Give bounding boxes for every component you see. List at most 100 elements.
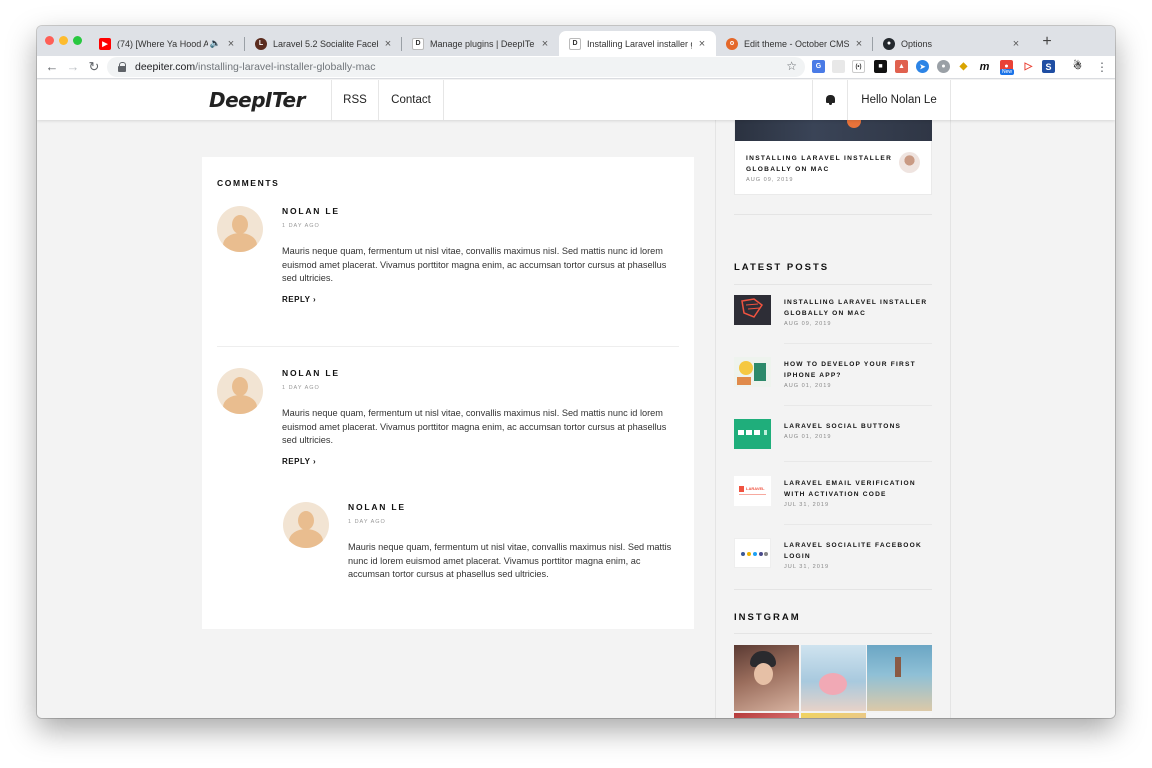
browser-toolbar: ← → ↻ deepiter.com/installing-laravel-in… bbox=[37, 56, 1115, 79]
browser-window: ▶ (74) [Where Ya Hood At 2… 🔈 × L Larave… bbox=[37, 26, 1115, 718]
instagram-photo[interactable] bbox=[734, 645, 799, 711]
notifications-button[interactable] bbox=[812, 80, 848, 120]
forward-arrow-icon[interactable]: → bbox=[64, 58, 82, 76]
post-date: AUG 09, 2019 bbox=[784, 321, 832, 327]
site-logo[interactable]: DeepITer bbox=[209, 88, 305, 112]
new-tab-button[interactable]: + bbox=[1039, 33, 1055, 51]
bookmark-star-icon[interactable]: ☆ bbox=[786, 59, 797, 73]
tab-title: Edit theme - October CMS bbox=[744, 38, 849, 49]
instagram-photo[interactable] bbox=[867, 645, 932, 711]
featured-post-image bbox=[735, 120, 932, 141]
divider bbox=[734, 589, 932, 590]
tab-laravel-socialite[interactable]: L Laravel 5.2 Socialite Facebook × bbox=[245, 31, 402, 56]
close-icon[interactable]: × bbox=[539, 38, 551, 50]
nav-rss-link[interactable]: RSS bbox=[331, 80, 378, 120]
comments-heading: COMMENTS bbox=[217, 178, 280, 188]
tab-title: Options bbox=[901, 38, 933, 49]
github-icon: ● bbox=[883, 37, 895, 50]
broadcast-extension-icon[interactable]: (•) bbox=[852, 60, 865, 73]
october-icon: o bbox=[726, 37, 738, 50]
dark-extension-icon[interactable]: ■ bbox=[874, 60, 887, 73]
minimize-window-button[interactable] bbox=[59, 36, 68, 45]
post-title[interactable]: LARAVEL SOCIALITE FACEBOOK LOGIN bbox=[784, 540, 932, 562]
post-thumbnail bbox=[734, 357, 771, 387]
menu-dots-icon[interactable]: ⋮ bbox=[1093, 58, 1111, 76]
chevron-right-icon: › bbox=[313, 295, 317, 304]
address-bar[interactable]: deepiter.com/installing-laravel-installe… bbox=[107, 57, 805, 77]
comment-body: Mauris neque quam, fermentum ut nisl vit… bbox=[282, 408, 667, 445]
tab-title: (74) [Where Ya Hood At 2… bbox=[117, 38, 208, 49]
featured-post-date: AUG 09, 2019 bbox=[746, 177, 794, 183]
post-date: JUL 31, 2019 bbox=[784, 502, 830, 508]
translate-extension-icon[interactable]: G bbox=[812, 60, 825, 73]
instagram-photo[interactable] bbox=[734, 712, 799, 718]
reload-icon[interactable]: ↻ bbox=[85, 58, 103, 76]
tab-youtube[interactable]: ▶ (74) [Where Ya Hood At 2… 🔈 × bbox=[89, 31, 245, 56]
post-date: AUG 01, 2019 bbox=[784, 383, 832, 389]
thumbnail-label: LARAVEL bbox=[746, 486, 765, 491]
user-greeting[interactable]: Hello Nolan Le bbox=[848, 80, 951, 120]
url-path: /installing-laravel-installer-globally-m… bbox=[195, 61, 376, 73]
post-thumbnail bbox=[734, 295, 771, 325]
tab-options[interactable]: ● Options × bbox=[873, 31, 1030, 56]
messenger-extension-icon[interactable]: ➤ bbox=[916, 60, 929, 73]
tab-installing-laravel[interactable]: D Installing Laravel installer glob… × bbox=[559, 31, 716, 56]
lightbulb-extension-icon[interactable]: ◆ bbox=[957, 60, 970, 73]
post-thumbnail: LARAVEL bbox=[734, 476, 771, 506]
m-extension-icon[interactable]: m bbox=[978, 60, 991, 73]
zoom-window-button[interactable] bbox=[73, 36, 82, 45]
close-window-button[interactable] bbox=[45, 36, 54, 45]
back-arrow-icon[interactable]: ← bbox=[43, 58, 61, 76]
instagram-photo[interactable] bbox=[800, 712, 866, 718]
post-thumbnail bbox=[734, 538, 771, 568]
profile-extension-icon[interactable]: ☃ bbox=[1071, 60, 1084, 73]
post-title[interactable]: LARAVEL EMAIL VERIFICATION WITH ACTIVATI… bbox=[784, 478, 932, 500]
divider bbox=[734, 633, 932, 634]
arrow-extension-icon[interactable]: ▷ bbox=[1022, 60, 1035, 73]
close-icon[interactable]: × bbox=[853, 38, 865, 50]
tab-title: Laravel 5.2 Socialite Facebook bbox=[273, 38, 378, 49]
post-title[interactable]: INSTALLING LARAVEL INSTALLER GLOBALLY ON… bbox=[784, 297, 932, 319]
comment-date: 1 DAY AGO bbox=[282, 385, 320, 391]
divider bbox=[734, 284, 932, 285]
featured-post-title[interactable]: INSTALLING LARAVEL INSTALLER GLOBALLY ON… bbox=[746, 153, 896, 175]
instagram-grid bbox=[734, 645, 932, 718]
image-extension-icon[interactable]: ▲ bbox=[895, 60, 908, 73]
tab-manage-plugins[interactable]: D Manage plugins | DeepITer × bbox=[402, 31, 559, 56]
instagram-photo[interactable] bbox=[867, 712, 932, 718]
avatar bbox=[283, 502, 329, 548]
new-badge: New bbox=[1000, 69, 1015, 75]
chevron-right-icon: › bbox=[313, 457, 317, 466]
comment-body: Mauris neque quam, fermentum ut nisl vit… bbox=[348, 542, 672, 579]
post-title[interactable]: LARAVEL SOCIAL BUTTONS bbox=[784, 421, 932, 432]
reply-button[interactable]: REPLY › bbox=[282, 295, 316, 304]
comment-body: Mauris neque quam, fermentum ut nisl vit… bbox=[282, 246, 667, 283]
instagram-heading: INSTGRAM bbox=[734, 612, 801, 623]
bell-icon bbox=[825, 95, 835, 105]
youtube-icon: ▶ bbox=[99, 37, 111, 50]
reply-button[interactable]: REPLY › bbox=[282, 457, 316, 466]
comments-section: COMMENTS NOLAN LE 1 DAY AGO Mauris neque… bbox=[202, 157, 694, 629]
featured-post-card[interactable]: INSTALLING LARAVEL INSTALLER GLOBALLY ON… bbox=[734, 120, 932, 195]
post-title[interactable]: HOW TO DEVELOP YOUR FIRST IPHONE APP? bbox=[784, 359, 932, 381]
comment-author: NOLAN LE bbox=[348, 502, 406, 512]
lock-icon bbox=[117, 62, 127, 72]
location-extension-icon[interactable]: ● bbox=[937, 60, 950, 73]
close-icon[interactable]: × bbox=[382, 38, 394, 50]
blank-extension-icon[interactable] bbox=[832, 60, 845, 73]
instagram-photo[interactable] bbox=[800, 645, 866, 711]
latest-posts-heading: LATEST POSTS bbox=[734, 262, 830, 273]
close-icon[interactable]: × bbox=[1010, 38, 1022, 50]
close-icon[interactable]: × bbox=[225, 38, 237, 50]
close-icon[interactable]: × bbox=[696, 38, 708, 50]
tab-october-cms[interactable]: o Edit theme - October CMS × bbox=[716, 31, 873, 56]
speaker-icon[interactable]: 🔈 bbox=[210, 38, 221, 49]
comment-author: NOLAN LE bbox=[282, 206, 340, 216]
s-extension-icon[interactable]: S bbox=[1042, 60, 1055, 73]
avatar bbox=[217, 368, 263, 414]
comment-divider bbox=[217, 346, 679, 347]
author-avatar bbox=[899, 152, 920, 173]
laravel-icon: L bbox=[255, 37, 267, 50]
nav-contact-link[interactable]: Contact bbox=[378, 80, 444, 120]
laravel-logo-icon bbox=[739, 486, 744, 492]
